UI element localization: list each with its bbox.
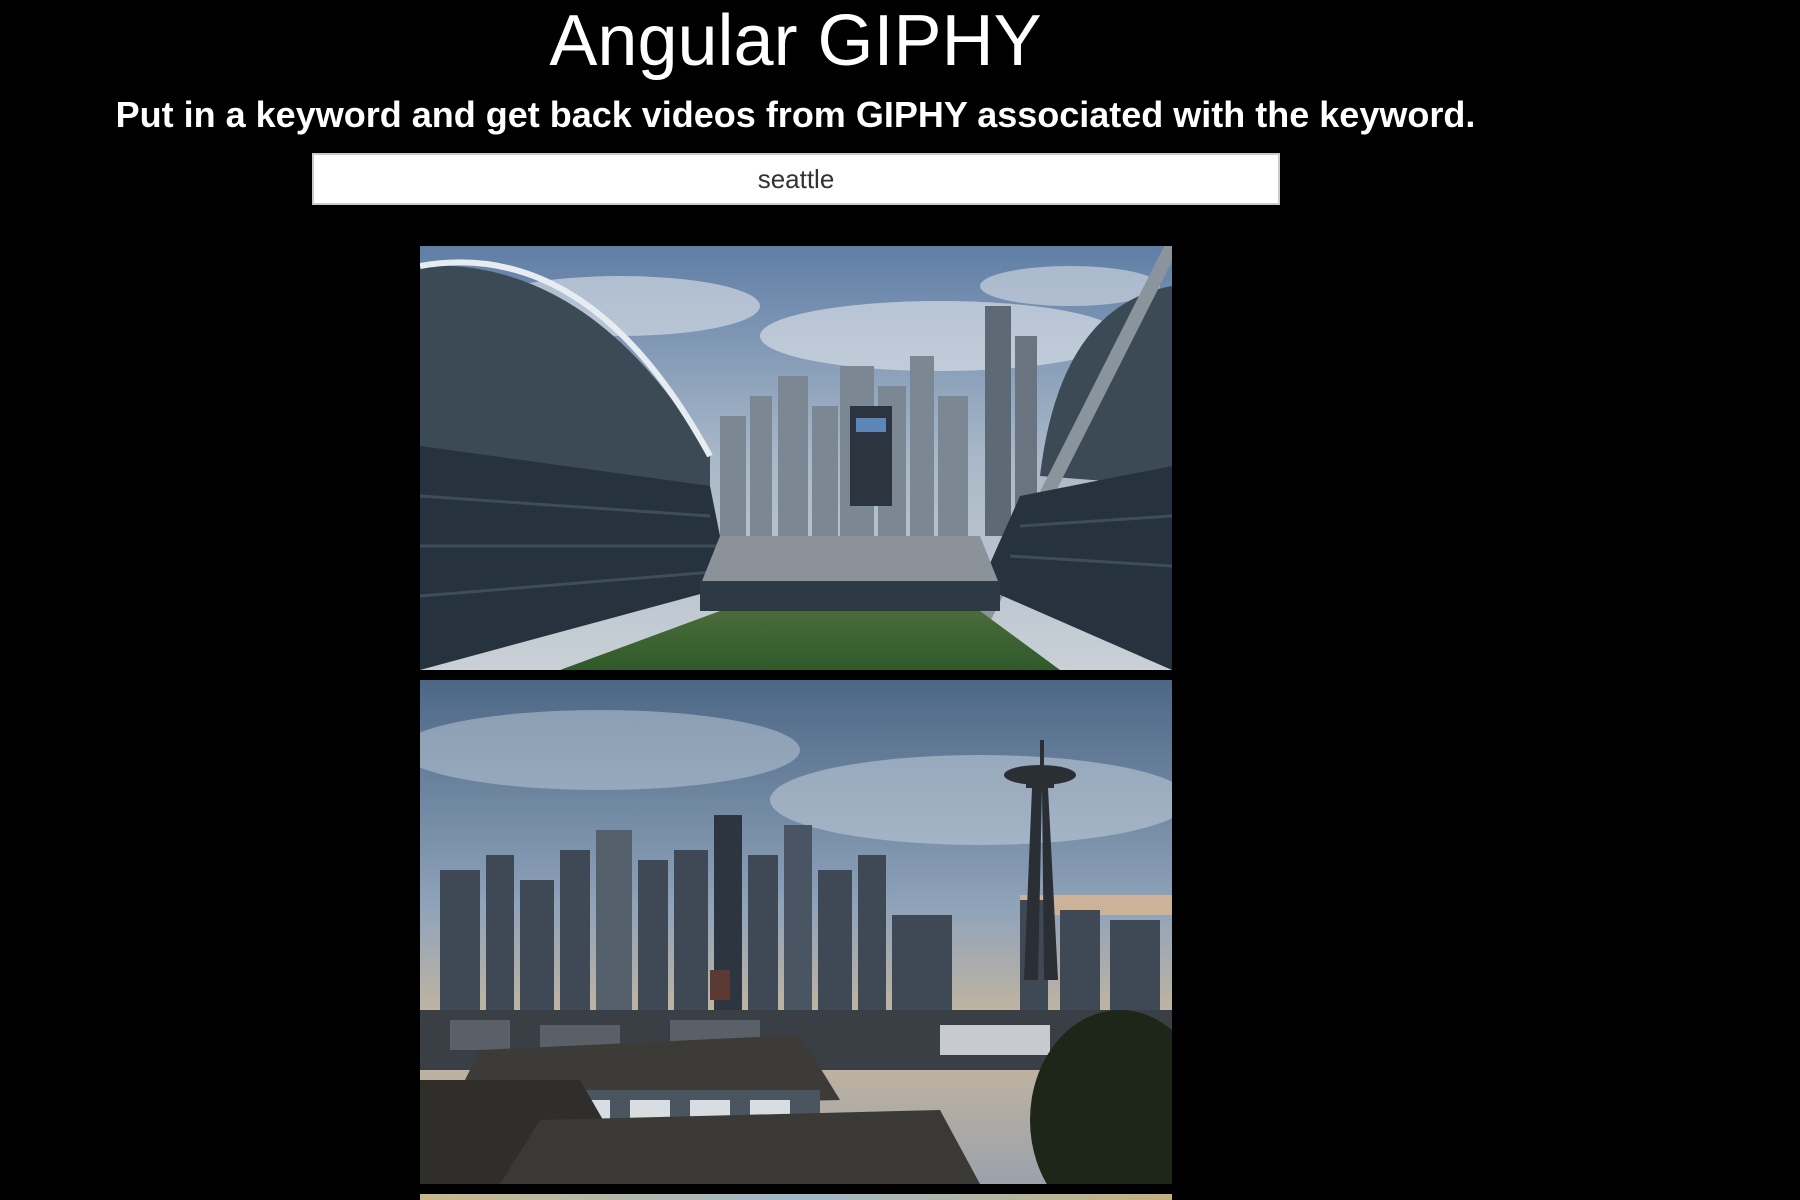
page-subtitle: Put in a keyword and get back videos fro… xyxy=(115,94,1476,135)
partial-image xyxy=(420,1194,1172,1200)
gif-result-partial[interactable] xyxy=(420,1194,1172,1200)
page-title: Angular GIPHY xyxy=(549,1,1042,81)
gif-result-stadium[interactable] xyxy=(420,246,1172,670)
keyword-search-input[interactable] xyxy=(312,153,1280,205)
stadium-image xyxy=(420,246,1172,670)
app-page: Angular GIPHY Put in a keyword and get b… xyxy=(0,0,1800,1200)
gif-result-skyline[interactable] xyxy=(420,680,1172,1184)
skyline-image xyxy=(420,680,1172,1184)
